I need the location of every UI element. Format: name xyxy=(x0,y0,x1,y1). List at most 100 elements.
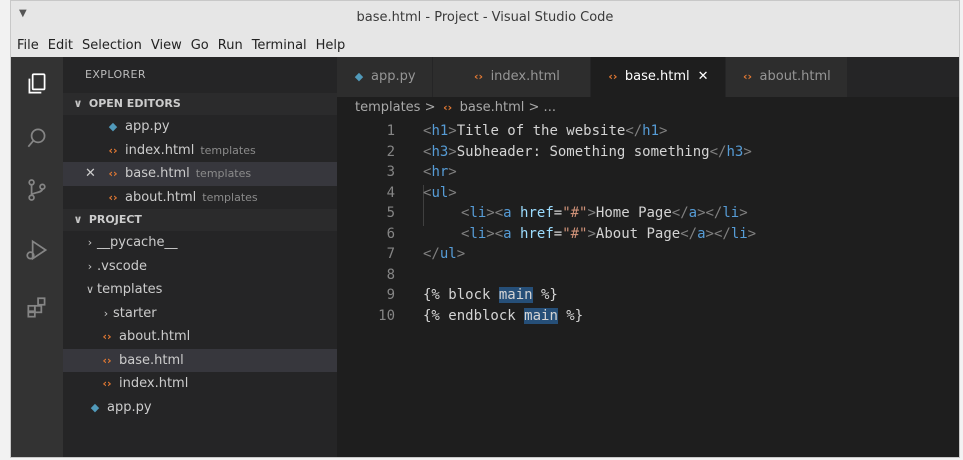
search-icon[interactable] xyxy=(11,115,63,161)
open-editor-name: base.html xyxy=(125,166,190,181)
tree-item-label: .vscode xyxy=(97,258,147,274)
html-file-icon: ‹› xyxy=(102,353,112,367)
title-bar: ▼ base.html - Project - Visual Studio Co… xyxy=(11,1,959,33)
code-line-2: <h3>Subheader: Something something</h3> xyxy=(423,143,752,160)
tree-item-label: index.html xyxy=(119,376,189,391)
source-control-icon[interactable] xyxy=(11,167,63,213)
html-file-icon: ‹› xyxy=(474,70,484,83)
chevron-down-icon: ∨ xyxy=(73,213,83,226)
open-editor-name: about.html xyxy=(125,189,197,205)
line-number: 10 xyxy=(378,307,395,324)
tab-base-html[interactable]: ‹› base.html ✕ xyxy=(590,57,726,97)
line-number: 8 xyxy=(386,266,395,283)
code-line-3: <hr> xyxy=(423,164,457,180)
tab-app-py[interactable]: ◆ app.py xyxy=(337,57,433,97)
tree-item-pycache[interactable]: › __pycache__ xyxy=(63,231,337,255)
breadcrumb-separator: > xyxy=(424,100,436,115)
breadcrumb-more[interactable]: > ... xyxy=(529,100,556,115)
tree-item-vscode[interactable]: › .vscode xyxy=(63,255,337,279)
chevron-right-icon: › xyxy=(103,306,109,320)
run-debug-icon[interactable] xyxy=(11,227,63,273)
tab-about-html[interactable]: ‹› about.html xyxy=(725,57,848,97)
python-file-icon: ◆ xyxy=(354,70,364,83)
explorer-sidebar: EXPLORER ∨ OPEN EDITORS ◆ app.py ‹› index.… xyxy=(63,57,337,457)
menu-view[interactable]: View xyxy=(151,38,182,53)
chevron-down-icon: ∨ xyxy=(73,97,83,110)
project-label: PROJECT xyxy=(88,213,142,226)
code-line-5: <li><a href="#">Home Page</a></li> xyxy=(461,205,748,221)
html-file-icon: ‹› xyxy=(102,330,112,343)
menu-terminal[interactable]: Terminal xyxy=(252,38,307,53)
extensions-icon[interactable] xyxy=(11,285,63,331)
selection-highlight: main xyxy=(524,307,558,324)
menu-bar: File Edit Selection View Go Run Terminal… xyxy=(11,33,959,57)
open-editor-folder-hint: templates xyxy=(195,167,252,180)
tree-item-starter[interactable]: › starter xyxy=(63,302,337,326)
open-editors-header[interactable]: ∨ OPEN EDITORS xyxy=(63,93,337,115)
breadcrumb: templates > ‹› base.html > ... xyxy=(337,97,959,121)
python-file-icon: ◆ xyxy=(108,120,118,133)
code-editor[interactable]: 1 2 3 4 5 6 7 8 9 10 <h1>Title of the we… xyxy=(337,121,959,457)
menu-file[interactable]: File xyxy=(17,38,39,53)
tree-item-about-html[interactable]: ‹› about.html xyxy=(63,325,337,349)
code-line-7: </ul> xyxy=(423,246,466,262)
explorer-title: EXPLORER xyxy=(85,68,146,81)
selection-highlight: main xyxy=(498,287,533,303)
close-icon[interactable]: ✕ xyxy=(698,69,709,84)
html-file-icon: ‹› xyxy=(102,377,112,390)
window-title: base.html - Project - Visual Studio Code xyxy=(356,10,614,25)
open-editor-name: index.html xyxy=(125,142,195,158)
line-number: 3 xyxy=(386,164,395,180)
menu-help[interactable]: Help xyxy=(316,38,346,53)
line-number: 7 xyxy=(386,246,395,262)
breadcrumb-file[interactable]: base.html xyxy=(460,100,525,115)
open-editor-item-active[interactable]: ✕ ‹› base.html templates xyxy=(63,162,337,186)
menu-selection[interactable]: Selection xyxy=(82,38,142,53)
html-file-icon: ‹› xyxy=(443,101,453,114)
line-number: 1 xyxy=(386,123,395,139)
open-editor-name: app.py xyxy=(125,119,170,134)
vscode-window: ▼ base.html - Project - Visual Studio Co… xyxy=(10,0,960,458)
open-editor-folder-hint: templates xyxy=(202,190,258,204)
code-line-6: <li><a href="#">About Page</a></li> xyxy=(461,225,757,242)
line-number: 6 xyxy=(386,225,395,242)
menu-edit[interactable]: Edit xyxy=(48,38,73,53)
html-file-icon: ‹› xyxy=(742,70,753,83)
open-editor-item[interactable]: ‹› about.html templates xyxy=(63,186,337,210)
tree-item-index-html[interactable]: ‹› index.html xyxy=(63,372,337,396)
code-line-1: <h1>Title of the website</h1> xyxy=(423,123,668,139)
close-icon[interactable]: ✕ xyxy=(85,162,96,186)
tree-item-label: app.py xyxy=(107,399,152,415)
activity-bar xyxy=(11,57,63,457)
editor-tabs: ◆ app.py ‹› index.html ‹› base.html ✕ ‹› abou… xyxy=(337,57,959,97)
open-editor-folder-hint: templates xyxy=(200,143,256,157)
tree-item-base-html[interactable]: ‹› base.html xyxy=(63,348,337,372)
tree-item-label: starter xyxy=(113,305,157,321)
open-editors-label: OPEN EDITORS xyxy=(88,97,181,110)
breadcrumb-folder[interactable]: templates xyxy=(355,100,420,115)
chevron-down-icon: ∨ xyxy=(85,283,95,296)
open-editor-item[interactable]: ◆ app.py xyxy=(63,115,337,139)
open-editor-item[interactable]: ‹› index.html templates xyxy=(63,139,337,163)
tree-item-label: __pycache__ xyxy=(97,235,178,250)
line-number: 2 xyxy=(386,143,395,160)
code-line-4: <ul> xyxy=(423,184,457,201)
project-header[interactable]: ∨ PROJECT xyxy=(63,209,337,231)
editor-area: ◆ app.py ‹› index.html ‹› base.html ✕ ‹› abou… xyxy=(337,57,959,457)
code-line-10: {% endblock main %} xyxy=(423,307,584,324)
explorer-icon[interactable] xyxy=(11,61,63,107)
tree-item-label: templates xyxy=(97,282,163,297)
menu-go[interactable]: Go xyxy=(191,38,209,53)
tree-item-app-py[interactable]: ◆ app.py xyxy=(63,396,337,420)
tab-label: app.py xyxy=(371,69,416,84)
html-file-icon: ‹› xyxy=(108,190,118,204)
line-number: 4 xyxy=(386,184,395,201)
tree-item-label: base.html xyxy=(119,352,184,368)
html-file-icon: ‹› xyxy=(108,167,118,180)
line-number: 5 xyxy=(386,205,395,221)
tab-label: index.html xyxy=(490,69,560,84)
tree-item-templates[interactable]: ∨ templates xyxy=(63,278,337,302)
menu-run[interactable]: Run xyxy=(218,38,243,53)
line-number: 9 xyxy=(386,287,395,303)
tab-index-html[interactable]: ‹› index.html xyxy=(432,57,591,97)
